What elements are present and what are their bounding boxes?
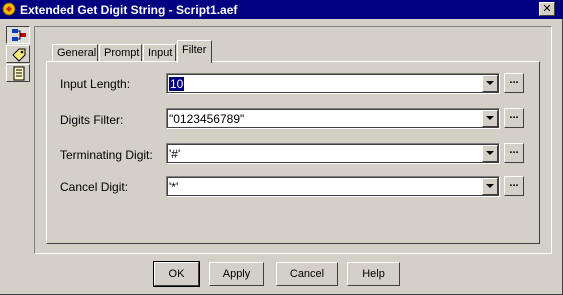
digits-filter-ellipsis-button[interactable]: ...: [504, 108, 524, 128]
title-bar[interactable]: Extended Get Digit String - Script1.aef …: [0, 0, 563, 19]
tab-prompt[interactable]: Prompt: [99, 44, 142, 62]
terminating-digit-value[interactable]: '#': [169, 147, 180, 161]
cancel-button[interactable]: Cancel: [276, 262, 338, 286]
cancel-digit-combo[interactable]: '*': [166, 176, 500, 197]
terminating-digit-combo[interactable]: '#': [166, 143, 500, 164]
tab-label: General: [57, 47, 97, 59]
cancel-digit-ellipsis-button[interactable]: ...: [504, 176, 524, 196]
digits-filter-value[interactable]: "0123456789": [169, 112, 244, 126]
side-button-hierarchy[interactable]: [6, 26, 30, 44]
window-title: Extended Get Digit String - Script1.aef: [20, 3, 238, 17]
digits-filter-combo[interactable]: "0123456789": [166, 108, 500, 129]
ok-button[interactable]: OK: [153, 261, 200, 287]
input-length-ellipsis-button[interactable]: ...: [504, 73, 524, 93]
cancel-digit-label: Cancel Digit:: [60, 180, 129, 194]
app-icon: [2, 2, 16, 16]
input-length-combo[interactable]: 10: [166, 73, 500, 94]
terminating-digit-ellipsis-button[interactable]: ...: [504, 143, 524, 163]
tab-filter[interactable]: Filter: [177, 40, 212, 63]
side-button-tag[interactable]: [6, 45, 30, 63]
tab-label: Input: [148, 47, 173, 59]
cancel-digit-dropdown-button[interactable]: [482, 178, 498, 195]
chevron-down-icon: [486, 151, 494, 155]
dialog-window: Extended Get Digit String - Script1.aef …: [0, 0, 563, 295]
chevron-down-icon: [486, 184, 494, 188]
help-button[interactable]: Help: [347, 262, 400, 286]
digits-filter-label: Digits Filter:: [60, 113, 124, 127]
side-button-notes[interactable]: [6, 64, 30, 82]
cancel-digit-value[interactable]: '*': [169, 180, 178, 194]
input-length-value[interactable]: 10: [169, 77, 185, 91]
tab-label: Prompt: [104, 47, 140, 59]
tag-icon: [12, 48, 26, 62]
tab-general[interactable]: General: [52, 44, 98, 62]
terminating-digit-label: Terminating Digit:: [60, 148, 153, 162]
chevron-down-icon: [486, 81, 494, 85]
notes-icon: [13, 66, 25, 81]
chevron-down-icon: [486, 116, 494, 120]
apply-button[interactable]: Apply: [209, 262, 264, 286]
tab-input[interactable]: Input: [143, 44, 176, 62]
close-button[interactable]: ✕: [539, 2, 555, 16]
close-icon: ✕: [542, 2, 552, 15]
tab-label: Filter: [182, 44, 207, 56]
digits-filter-dropdown-button[interactable]: [482, 110, 498, 127]
terminating-digit-dropdown-button[interactable]: [482, 145, 498, 162]
hierarchy-icon: [12, 29, 26, 41]
input-length-dropdown-button[interactable]: [482, 75, 498, 92]
input-length-label: Input Length:: [60, 77, 131, 91]
